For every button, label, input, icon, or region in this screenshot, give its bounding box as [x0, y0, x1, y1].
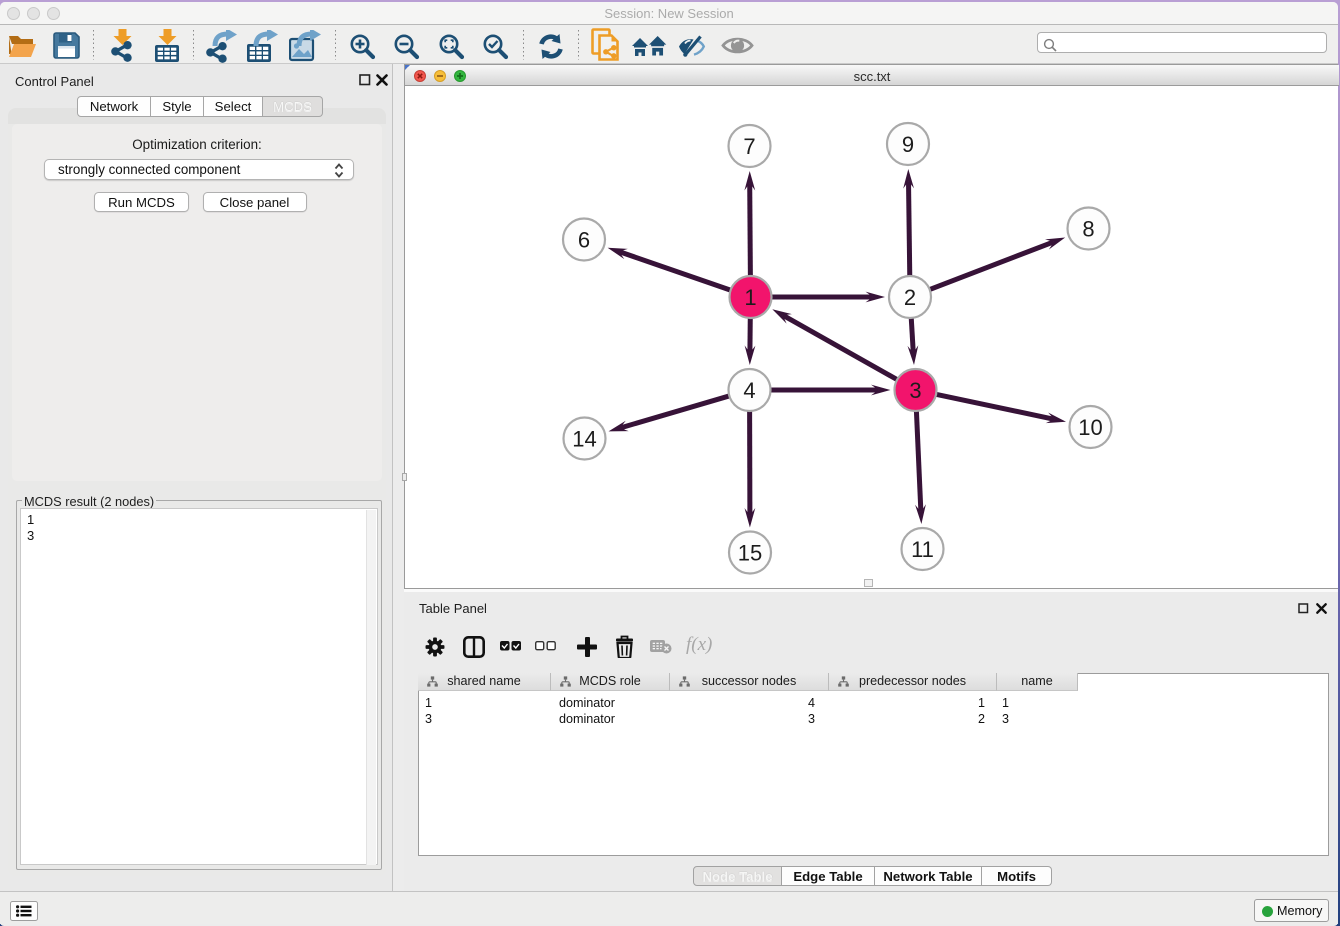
- svg-text:3: 3: [909, 378, 921, 403]
- svg-text:4: 4: [743, 378, 755, 403]
- svg-text:14: 14: [572, 426, 596, 451]
- svg-text:8: 8: [1082, 216, 1094, 241]
- svg-text:1: 1: [744, 285, 756, 310]
- svg-text:6: 6: [578, 227, 590, 252]
- svg-text:11: 11: [911, 537, 934, 562]
- svg-text:9: 9: [902, 132, 914, 157]
- svg-text:2: 2: [904, 285, 916, 310]
- svg-text:15: 15: [738, 540, 762, 565]
- svg-text:10: 10: [1078, 415, 1102, 440]
- svg-text:7: 7: [743, 134, 755, 159]
